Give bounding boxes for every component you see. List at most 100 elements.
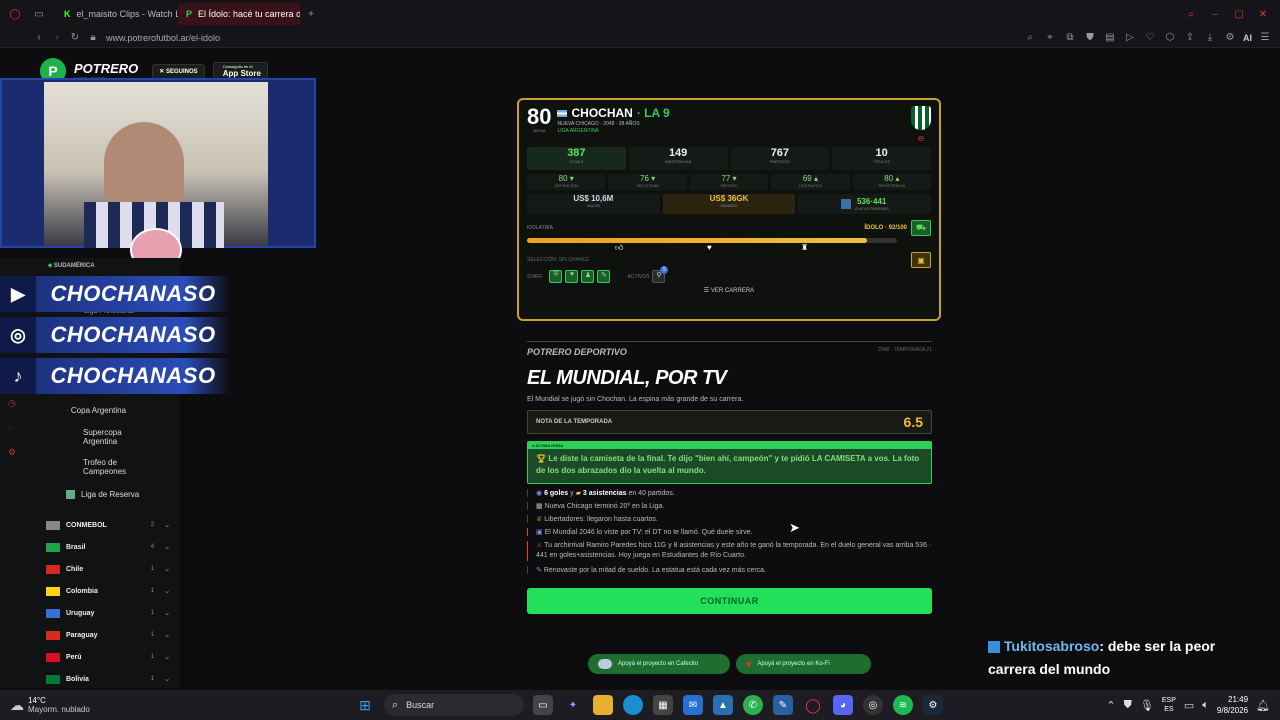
- opera-logo-icon[interactable]: ◯: [8, 7, 22, 21]
- store-icon[interactable]: ▦: [653, 695, 673, 715]
- xcode-icon[interactable]: ✎: [773, 695, 793, 715]
- staff-coach-icon[interactable]: ⛨: [549, 270, 563, 283]
- antivirus-icon[interactable]: ⛊: [1124, 699, 1132, 712]
- sidebar-item-trofeo[interactable]: Trofeo de Campeones: [66, 458, 146, 476]
- chevron-down-icon[interactable]: ⌄: [164, 587, 170, 595]
- clock-icon[interactable]: ◷: [8, 398, 16, 409]
- opera-icon[interactable]: ◯: [803, 695, 823, 715]
- continue-button[interactable]: CONTINUAR: [527, 588, 932, 614]
- clock[interactable]: 21:49 9/8/2026: [1217, 694, 1248, 716]
- copilot-icon[interactable]: ✦: [563, 695, 583, 715]
- locker-button[interactable]: ▣: [911, 252, 931, 268]
- kofi-icon: ♥: [746, 659, 752, 669]
- file-explorer-icon[interactable]: [593, 695, 613, 715]
- weather-widget[interactable]: ☁ 14°C Mayorm. nublado: [10, 696, 350, 714]
- mouse-cursor-icon: ➤: [789, 520, 800, 535]
- url-field[interactable]: www.potrerofutbol.ar/el-idolo: [106, 33, 220, 43]
- staff-agent-icon[interactable]: ♟: [581, 270, 595, 283]
- region-item[interactable]: Perú 1 ⌄: [46, 646, 170, 668]
- chat-icon[interactable]: ◌: [8, 423, 16, 433]
- reload-icon[interactable]: ↻: [68, 31, 82, 45]
- exit-icon[interactable]: ⊖: [911, 134, 931, 143]
- staff-medic-icon[interactable]: ♥: [565, 270, 579, 283]
- back-icon[interactable]: ‹: [32, 31, 46, 45]
- list-icon: ☰: [703, 288, 711, 294]
- tab-overview-icon[interactable]: ▭: [32, 7, 46, 21]
- chevron-down-icon[interactable]: ⌄: [164, 543, 170, 551]
- ai-button[interactable]: AI: [1243, 33, 1252, 43]
- search-tabs-icon[interactable]: ⌕: [1184, 7, 1198, 21]
- cafecito-button[interactable]: Apoyá el proyecto en Cafecito: [588, 654, 730, 674]
- volume-icon[interactable]: 🔈︎: [1202, 699, 1209, 712]
- close-icon[interactable]: ✕: [1256, 7, 1270, 21]
- staff-physio-icon[interactable]: ✎: [597, 270, 611, 283]
- selection-row: SELECCIÓN: SIN CHANCE ▣: [527, 252, 931, 268]
- shop-button[interactable]: ⛟: [911, 220, 931, 236]
- region-item[interactable]: Bolivia 1 ⌄: [46, 668, 170, 690]
- microphone-icon[interactable]: 🎙︎: [1140, 699, 1154, 712]
- taskbar: ☁ 14°C Mayorm. nublado ⊞ ⌕ Buscar ▭ ✦ ▦ …: [0, 690, 1280, 720]
- flag-icon: [46, 608, 60, 618]
- windows-start-icon[interactable]: ⊞: [355, 695, 375, 715]
- language-indicator[interactable]: ESP ES: [1162, 696, 1176, 714]
- new-tab-icon[interactable]: +: [304, 7, 318, 21]
- obs-icon[interactable]: ◎: [863, 695, 883, 715]
- discord-icon[interactable]: ◕: [833, 695, 853, 715]
- edge-icon[interactable]: [623, 695, 643, 715]
- pen-icon: ✎: [536, 567, 544, 574]
- chevron-down-icon[interactable]: ⌄: [164, 675, 170, 683]
- chevron-up-icon[interactable]: ⌃: [1106, 699, 1115, 712]
- settings-icon[interactable]: ⚙: [8, 447, 16, 458]
- steam-icon[interactable]: ⚙: [923, 695, 943, 715]
- sidebar-item-copa-argentina[interactable]: · Copa Argentina: [66, 406, 126, 415]
- region-item[interactable]: Brasil 4 ⌄: [46, 536, 170, 558]
- wallet-icon[interactable]: ▤: [1103, 31, 1117, 45]
- ver-carrera-link[interactable]: ☰ VER CARRERA: [527, 287, 931, 294]
- chevron-down-icon[interactable]: ⌄: [164, 565, 170, 573]
- whatsapp-icon[interactable]: ✆: [743, 695, 763, 715]
- forward-icon[interactable]: ›: [50, 31, 64, 45]
- mail-icon[interactable]: ✉: [683, 695, 703, 715]
- minimize-icon[interactable]: –: [1208, 7, 1222, 21]
- menu-icon[interactable]: ☰: [1258, 31, 1272, 45]
- maximize-icon[interactable]: ▢: [1232, 7, 1246, 21]
- sidebar-item-supercopa[interactable]: Supercopa Argentina: [66, 428, 146, 446]
- region-item[interactable]: Uruguay 1 ⌄: [46, 602, 170, 624]
- follow-button[interactable]: ✕ SEGUINOS: [152, 63, 205, 79]
- share-icon[interactable]: ⇪: [1183, 31, 1197, 45]
- pin-icon[interactable]: ⌖: [1043, 31, 1057, 45]
- idolatry-track: 👍︎ ♥ ♜: [527, 236, 931, 252]
- extensions-icon[interactable]: ⬡: [1163, 31, 1177, 45]
- zoom-icon[interactable]: ⌕: [1023, 31, 1037, 45]
- search-box[interactable]: ⌕ Buscar: [384, 694, 524, 716]
- spotify-icon[interactable]: ≋: [893, 695, 913, 715]
- flag-icon: [46, 520, 60, 530]
- region-item[interactable]: Paraguay 1 ⌄: [46, 624, 170, 646]
- play-icon[interactable]: ▷: [1123, 31, 1137, 45]
- webcam-feed: [44, 82, 268, 248]
- tab-clips[interactable]: K el_maisito Clips - Watch Li: [56, 3, 178, 25]
- activos-button[interactable]: ⚲ 5: [652, 266, 669, 283]
- kofi-button[interactable]: ♥ Apoyá el proyecto en Ko-Fi: [736, 654, 871, 674]
- notifications-icon[interactable]: 🔔︎: [1256, 699, 1270, 712]
- shield-icon[interactable]: ⛊: [1083, 31, 1097, 45]
- sidebar-item-liga-reserva[interactable]: Liga de Reserva: [66, 490, 139, 500]
- chevron-down-icon[interactable]: ⌄: [164, 631, 170, 639]
- chevron-down-icon[interactable]: ⌄: [164, 609, 170, 617]
- network-icon[interactable]: ▭: [1184, 699, 1194, 712]
- region-item[interactable]: Chile 1 ⌄: [46, 558, 170, 580]
- task-view-icon[interactable]: ▭: [533, 695, 553, 715]
- region-item[interactable]: CONMEBOL 2 ⌄: [46, 514, 170, 536]
- boot-icon: ▰: [575, 490, 583, 497]
- heart-icon[interactable]: ♡: [1143, 31, 1157, 45]
- screenshot-icon[interactable]: ⧉: [1063, 31, 1077, 45]
- swords-icon: ⚔: [536, 542, 545, 549]
- download-icon[interactable]: ⤓: [1203, 31, 1217, 45]
- cart-icon: ⛟: [915, 223, 927, 232]
- tab-el-idolo[interactable]: P El Ídolo: hacé tu carrera de: [178, 3, 300, 25]
- photos-icon[interactable]: ▲: [713, 695, 733, 715]
- region-item[interactable]: Colombia 1 ⌄: [46, 580, 170, 602]
- chevron-down-icon[interactable]: ⌄: [164, 653, 170, 661]
- settings-icon[interactable]: ⚙: [1223, 31, 1237, 45]
- chevron-down-icon[interactable]: ⌄: [164, 521, 170, 529]
